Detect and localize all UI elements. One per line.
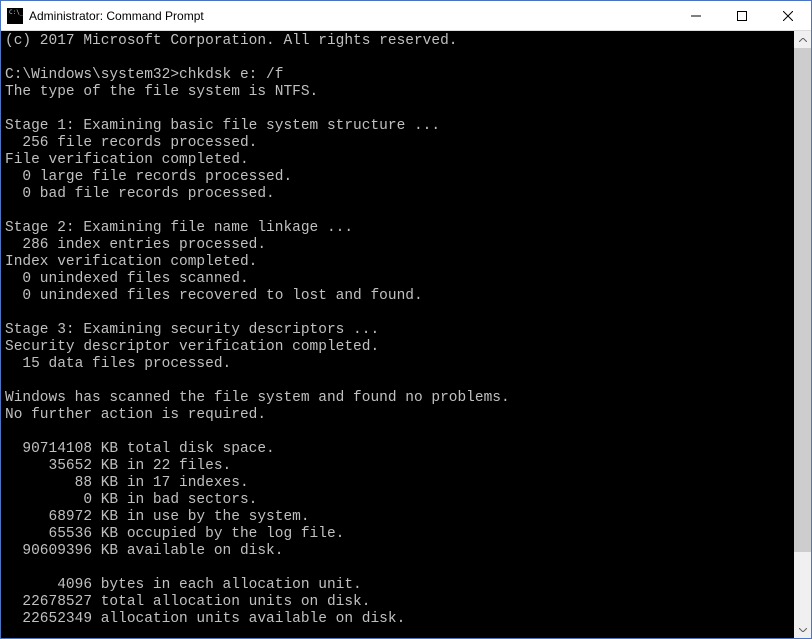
maximize-button[interactable] [719, 1, 765, 30]
window-title: Administrator: Command Prompt [29, 9, 673, 23]
scroll-down-button[interactable] [794, 621, 811, 638]
terminal-area: (c) 2017 Microsoft Corporation. All righ… [1, 31, 811, 638]
minimize-button[interactable] [673, 1, 719, 30]
cmd-icon [7, 8, 23, 24]
titlebar[interactable]: Administrator: Command Prompt [1, 1, 811, 31]
scroll-track[interactable] [794, 48, 811, 621]
close-button[interactable] [765, 1, 811, 30]
window-controls [673, 1, 811, 30]
terminal-output[interactable]: (c) 2017 Microsoft Corporation. All righ… [1, 31, 794, 638]
scroll-up-button[interactable] [794, 31, 811, 48]
scroll-thumb[interactable] [794, 48, 811, 552]
scrollbar[interactable] [794, 31, 811, 638]
